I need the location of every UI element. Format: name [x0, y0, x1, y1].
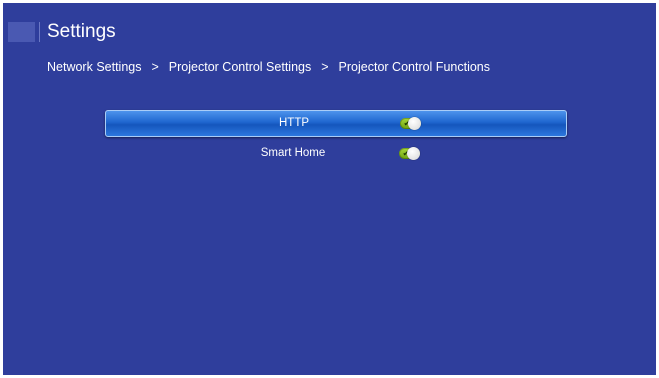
title-divider	[39, 22, 40, 42]
smart-home-toggle[interactable]: ✔	[399, 147, 420, 160]
toggle-knob	[408, 117, 421, 130]
settings-screen: Settings Network Settings > Projector Co…	[3, 3, 656, 375]
option-row-http[interactable]: HTTP ✔	[105, 110, 567, 137]
toggle-knob	[407, 147, 420, 160]
breadcrumb-item-projector-control-functions: Projector Control Functions	[338, 60, 490, 74]
options-list: HTTP ✔ Smart Home ✔	[105, 110, 567, 170]
breadcrumb-item-network-settings[interactable]: Network Settings	[47, 59, 141, 75]
breadcrumb-separator: >	[151, 60, 159, 74]
http-toggle[interactable]: ✔	[400, 117, 421, 130]
option-label: HTTP	[278, 117, 310, 129]
option-label: Smart Home	[260, 147, 326, 159]
page-title: Settings	[47, 21, 116, 42]
option-row-smart-home[interactable]: Smart Home ✔	[105, 141, 567, 166]
breadcrumb-item-projector-control-settings[interactable]: Projector Control Settings	[169, 59, 311, 75]
breadcrumb: Network Settings > Projector Control Set…	[47, 59, 490, 75]
settings-logo-icon	[8, 22, 35, 42]
breadcrumb-separator: >	[321, 60, 329, 74]
